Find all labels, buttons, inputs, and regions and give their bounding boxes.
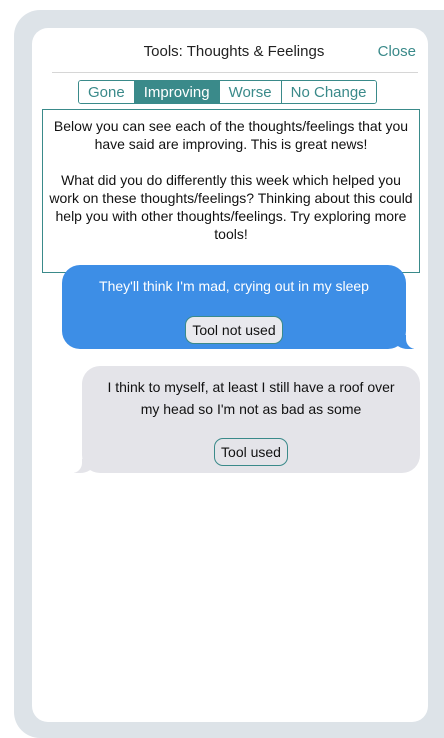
thought-bubble-1: They'll think I'm mad, crying out in my … <box>62 265 424 349</box>
segment-no-change[interactable]: No Change <box>280 81 376 103</box>
close-button[interactable]: Close <box>378 43 416 60</box>
tool-used-button[interactable]: Tool used <box>214 438 288 466</box>
segment-worse[interactable]: Worse <box>218 81 281 103</box>
status-segmented-control: Gone Improving Worse No Change <box>78 80 377 104</box>
segment-improving[interactable]: Improving <box>133 81 219 103</box>
thought-text: I think to myself, at least I still have… <box>107 379 395 417</box>
thought-text: They'll think I'm mad, crying out in my … <box>99 278 369 294</box>
thought-bubble-2: I think to myself, at least I still have… <box>64 366 420 473</box>
info-box: Below you can see each of the thoughts/f… <box>42 109 420 273</box>
page-title: Tools: Thoughts & Feelings <box>143 43 325 60</box>
segment-gone[interactable]: Gone <box>79 81 134 103</box>
header-divider <box>52 72 418 73</box>
tool-not-used-button[interactable]: Tool not used <box>185 316 283 344</box>
info-paragraph-1: Below you can see each of the thoughts/f… <box>53 118 409 152</box>
tools-modal: Tools: Thoughts & Feelings Close Gone Im… <box>32 28 428 722</box>
info-paragraph-2: What did you do differently this week wh… <box>49 172 413 242</box>
modal-header: Tools: Thoughts & Feelings Close <box>32 28 428 74</box>
